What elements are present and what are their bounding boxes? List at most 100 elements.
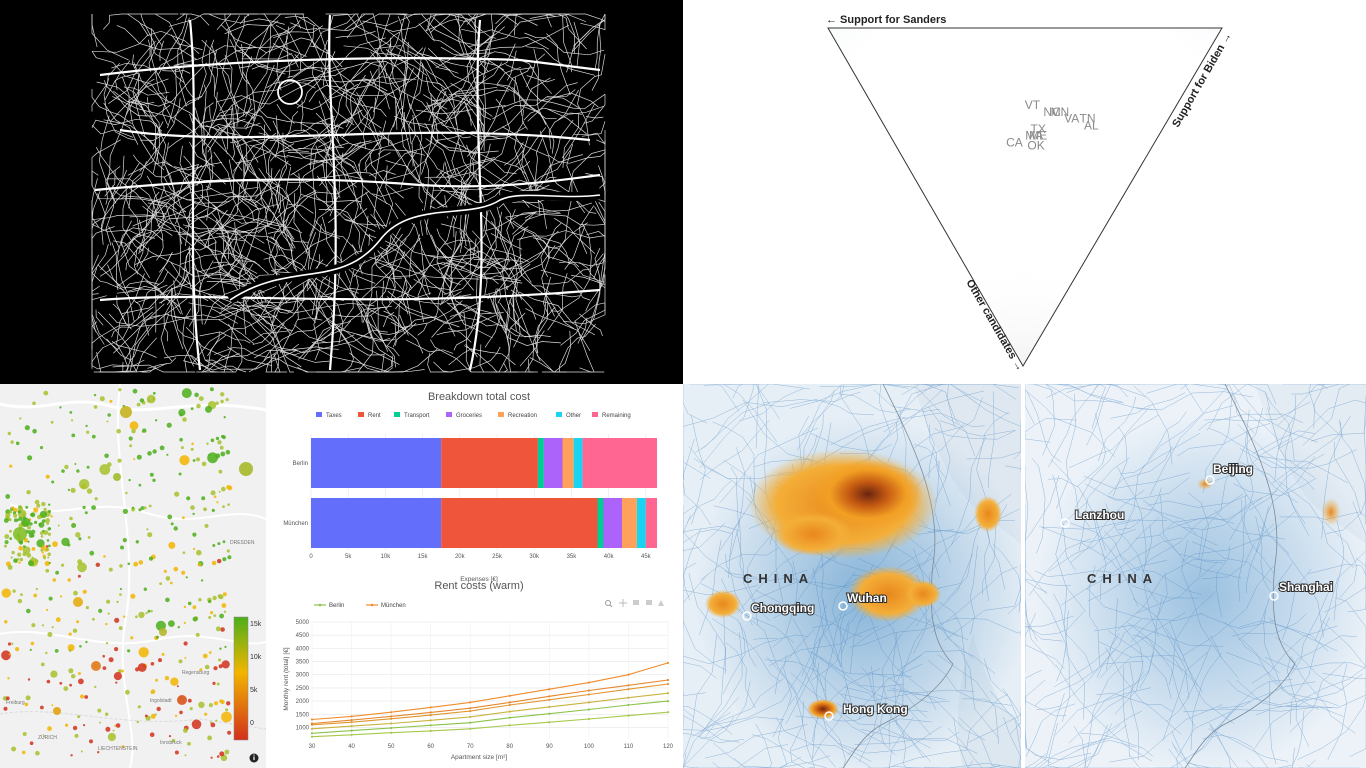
city-bubble[interactable]: [18, 546, 23, 551]
city-bubble[interactable]: [118, 388, 122, 392]
city-bubble[interactable]: [59, 681, 63, 685]
city-bubble[interactable]: [226, 485, 231, 490]
city-bubble[interactable]: [36, 503, 41, 508]
city-bubble[interactable]: [40, 662, 45, 667]
bar-segment[interactable]: [622, 498, 637, 548]
city-bubble[interactable]: [179, 455, 190, 466]
city-bubble[interactable]: [173, 526, 178, 531]
city-bubble[interactable]: [217, 542, 221, 546]
city-bubble[interactable]: [152, 449, 157, 454]
city-bubble[interactable]: [182, 516, 185, 520]
city-bubble[interactable]: [41, 501, 46, 507]
city-bubble[interactable]: [32, 428, 37, 434]
city-bubble[interactable]: [152, 397, 156, 401]
city-bubble[interactable]: [170, 677, 179, 686]
city-bubble[interactable]: [222, 592, 227, 597]
city-bubble[interactable]: [189, 707, 193, 711]
city-bubble[interactable]: [220, 399, 224, 404]
zoom-in-icon[interactable]: [633, 600, 639, 605]
city-bubble[interactable]: [210, 490, 216, 496]
city-bubble[interactable]: [183, 621, 186, 624]
city-bubble[interactable]: [147, 451, 152, 456]
city-bubble[interactable]: [190, 505, 195, 510]
city-bubble[interactable]: [156, 706, 161, 712]
city-bubble[interactable]: [210, 722, 216, 728]
city-bubble[interactable]: [209, 387, 214, 392]
legend-label[interactable]: Other: [566, 413, 581, 419]
data-point[interactable]: [666, 692, 670, 695]
data-point[interactable]: [310, 735, 314, 738]
city-bubble[interactable]: [37, 514, 42, 520]
city-bubble[interactable]: [133, 458, 136, 461]
bar-marks[interactable]: [311, 438, 657, 548]
city-bubble[interactable]: [72, 725, 78, 731]
city-bubble[interactable]: [13, 518, 18, 523]
data-point[interactable]: [508, 703, 511, 707]
city-bubble[interactable]: [25, 695, 31, 701]
bar-segment[interactable]: [573, 438, 583, 488]
city-bubble[interactable]: [192, 459, 196, 462]
city-bubble[interactable]: [38, 522, 45, 528]
data-point[interactable]: [310, 732, 314, 735]
city-bubble[interactable]: [47, 532, 52, 536]
series-line[interactable]: [311, 711, 669, 738]
city-bubble[interactable]: [4, 534, 10, 539]
city-bubble[interactable]: [31, 556, 34, 559]
city-bubble[interactable]: [148, 556, 154, 561]
city-bubble[interactable]: [67, 644, 75, 652]
city-bubble[interactable]: [174, 750, 179, 755]
city-bubble[interactable]: [226, 549, 230, 553]
city-bubble[interactable]: [138, 647, 149, 658]
city-bubble[interactable]: [183, 605, 187, 609]
city-bubble[interactable]: [119, 587, 122, 591]
city-bubble[interactable]: [48, 544, 51, 548]
bar-segment[interactable]: [311, 498, 442, 548]
city-bubble[interactable]: [218, 469, 223, 474]
city-bubble[interactable]: [165, 597, 170, 603]
city-bubble[interactable]: [47, 552, 51, 557]
city-bubble[interactable]: [4, 620, 8, 624]
city-bubble[interactable]: [176, 685, 179, 688]
city-bubble[interactable]: [133, 561, 139, 567]
city-bubble[interactable]: [34, 499, 40, 505]
city-bubble[interactable]: [219, 445, 224, 450]
city-bubble[interactable]: [121, 669, 124, 673]
city-bubble[interactable]: [136, 720, 139, 724]
city-bubble[interactable]: [30, 513, 33, 517]
bar-segment[interactable]: [582, 438, 657, 488]
data-point[interactable]: [627, 673, 630, 676]
city-bubble[interactable]: [193, 547, 196, 551]
city-bubble[interactable]: [1, 588, 11, 598]
bar-segment[interactable]: [645, 498, 657, 548]
city-bubble[interactable]: [8, 518, 12, 522]
city-bubble[interactable]: [215, 453, 221, 459]
city-bubble[interactable]: [18, 506, 23, 511]
data-point[interactable]: [666, 661, 670, 664]
data-point[interactable]: [350, 715, 353, 718]
series-line[interactable]: [311, 692, 669, 730]
city-bubble[interactable]: [168, 620, 175, 627]
legend-swatch[interactable]: [394, 412, 400, 417]
city-bubble[interactable]: [132, 388, 138, 394]
city-bubble[interactable]: [17, 552, 22, 557]
city-bubble[interactable]: [222, 557, 227, 562]
legend-marker[interactable]: [370, 603, 374, 607]
data-point[interactable]: [627, 684, 630, 687]
city-bubble[interactable]: [26, 490, 31, 495]
city-bubble[interactable]: [28, 560, 34, 567]
large-city-bubble[interactable]: [239, 462, 253, 476]
city-bubble[interactable]: [215, 719, 218, 722]
city-bubble[interactable]: [52, 578, 57, 582]
city-bubble[interactable]: [216, 755, 220, 758]
data-point[interactable]: [390, 715, 393, 718]
city-bubble[interactable]: [11, 746, 17, 752]
city-bubble[interactable]: [227, 503, 230, 506]
city-bubble[interactable]: [208, 703, 213, 708]
city-bubble[interactable]: [114, 617, 120, 623]
bar-segment[interactable]: [537, 438, 544, 488]
city-bubble[interactable]: [130, 593, 136, 599]
legend-swatch[interactable]: [592, 412, 598, 417]
city-bubble[interactable]: [7, 564, 13, 570]
city-bubble[interactable]: [204, 664, 210, 670]
city-bubble[interactable]: [79, 479, 90, 490]
